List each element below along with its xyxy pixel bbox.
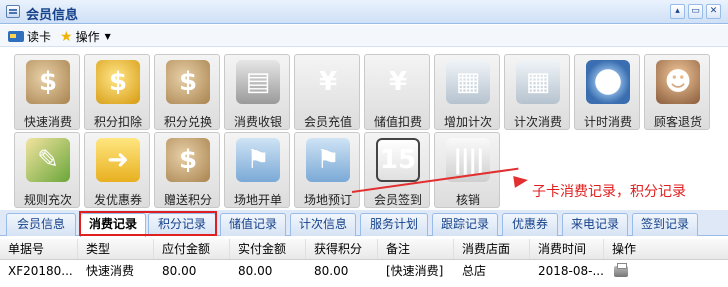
yen-add-icon: ¥ bbox=[318, 67, 338, 97]
tile-field-booking[interactable]: ⚑ 场地预订 bbox=[294, 132, 360, 208]
column-header[interactable]: 实付金额 bbox=[230, 239, 306, 259]
operate-label: 操作 bbox=[75, 30, 100, 44]
tile-label: 消费收银 bbox=[233, 115, 282, 129]
tab-follow-records[interactable]: 跟踪记录 bbox=[432, 213, 498, 236]
calculator-add-icon: ▦ bbox=[446, 60, 490, 104]
tile-label: 积分扣除 bbox=[93, 115, 142, 129]
print-icon[interactable] bbox=[614, 263, 628, 277]
table-row[interactable]: XF20180... 快速消费 80.00 80.00 80.00 [快速消费]… bbox=[0, 261, 728, 281]
card-reader-icon bbox=[8, 31, 24, 42]
tile-customer-return[interactable]: ☻ 顾客退货 bbox=[644, 54, 710, 130]
user-return-icon: ☻ bbox=[656, 60, 700, 104]
tile-cashier[interactable]: ▤ 消费收银 bbox=[224, 54, 290, 130]
tile-label: 会员签到 bbox=[373, 193, 422, 207]
tile-issue-coupon[interactable]: ➜ 发优惠券 bbox=[84, 132, 150, 208]
annotation-text: 子卡消费记录，积分记录 bbox=[532, 184, 686, 200]
tile-field-open-order[interactable]: ⚑ 场地开单 bbox=[224, 132, 290, 208]
money-bag-icon: $ bbox=[26, 60, 70, 104]
tile-label: 核销 bbox=[455, 193, 480, 207]
minimize-button[interactable]: ▴ bbox=[670, 4, 685, 19]
tile-stored-value-deduct[interactable]: ¥ 储值扣费 bbox=[364, 54, 430, 130]
tile-points-exchange[interactable]: $ 积分兑换 bbox=[154, 54, 220, 130]
chevron-down-icon: ▼ bbox=[104, 32, 111, 41]
read-card-label: 读卡 bbox=[27, 30, 52, 44]
tab-service-plan[interactable]: 服务计划 bbox=[360, 213, 428, 236]
ticket-icon: ➜ bbox=[96, 138, 140, 182]
cell-remark: [快速消费] bbox=[386, 264, 444, 278]
annotation-highlight-box bbox=[79, 211, 217, 236]
tile-member-checkin[interactable]: 15 会员签到 bbox=[364, 132, 430, 208]
cell-points-earned: 80.00 bbox=[314, 264, 349, 278]
tab-call-records[interactable]: 来电记录 bbox=[562, 213, 628, 236]
tab-checkin-records[interactable]: 签到记录 bbox=[632, 213, 698, 236]
tile-points-deduct[interactable]: $ 积分扣除 bbox=[84, 54, 150, 130]
annotation-arrow-head bbox=[513, 174, 529, 188]
tile-label: 场地开单 bbox=[233, 193, 282, 207]
tab-stored-value-records[interactable]: 储值记录 bbox=[220, 213, 286, 236]
tile-label: 会员充值 bbox=[303, 115, 352, 129]
tile-label: 规则充次 bbox=[23, 193, 72, 207]
tile-label: 计次消费 bbox=[513, 115, 562, 129]
coin-stack-icon: $ bbox=[96, 60, 140, 104]
column-header[interactable]: 操作 bbox=[604, 239, 728, 259]
tile-label: 发优惠券 bbox=[93, 193, 142, 207]
tile-quick-consume[interactable]: $ 快速消费 bbox=[14, 54, 80, 130]
column-header[interactable]: 应付金额 bbox=[154, 239, 230, 259]
tile-label: 场地预订 bbox=[303, 193, 352, 207]
column-header[interactable]: 单据号 bbox=[0, 239, 78, 259]
maximize-button[interactable]: ▭ bbox=[688, 4, 703, 19]
tab-member-info[interactable]: 会员信息 bbox=[6, 213, 76, 236]
tile-label: 储值扣费 bbox=[373, 115, 422, 129]
tile-gift-points[interactable]: $ 赠送积分 bbox=[154, 132, 220, 208]
star-icon: ★ bbox=[60, 28, 73, 45]
tile-label: 增加计次 bbox=[443, 115, 492, 129]
field-flag-icon: ⚑ bbox=[236, 138, 280, 182]
cash-register-icon: ▤ bbox=[236, 60, 280, 104]
money-bag-exchange-icon: $ bbox=[166, 60, 210, 104]
tile-label: 赠送积分 bbox=[163, 193, 212, 207]
column-header[interactable]: 获得积分 bbox=[306, 239, 378, 259]
operate-menu-button[interactable]: ★ 操作 ▼ bbox=[60, 28, 111, 45]
column-header[interactable]: 类型 bbox=[78, 239, 154, 259]
clock-coins-icon: ◷ bbox=[586, 60, 630, 104]
calendar-icon: 15 bbox=[376, 138, 420, 182]
column-header[interactable]: 消费时间 bbox=[530, 239, 604, 259]
money-bag-gift-icon: $ bbox=[166, 138, 210, 182]
tab-count-info[interactable]: 计次信息 bbox=[290, 213, 356, 236]
cell-amount-due: 80.00 bbox=[162, 264, 197, 278]
window-title: 会员信息 bbox=[26, 8, 79, 23]
close-button[interactable]: ✕ bbox=[706, 4, 721, 19]
pen-rule-icon: ✎ bbox=[26, 138, 70, 182]
cell-type: 快速消费 bbox=[86, 264, 135, 278]
tile-label: 顾客退货 bbox=[653, 115, 702, 129]
column-header[interactable]: 备注 bbox=[378, 239, 454, 259]
window-titlebar: 会员信息 ▴ ▭ ✕ bbox=[0, 0, 728, 24]
tile-label: 积分兑换 bbox=[163, 115, 212, 129]
cell-action bbox=[604, 261, 728, 281]
tile-add-count[interactable]: ▦ 增加计次 bbox=[434, 54, 500, 130]
tile-label: 计时消费 bbox=[583, 115, 632, 129]
read-card-button[interactable]: 读卡 bbox=[8, 28, 51, 45]
calculator-icon: ▦ bbox=[516, 60, 560, 104]
field-booking-icon: ⚑ bbox=[306, 138, 350, 182]
column-header[interactable]: 消费店面 bbox=[454, 239, 530, 259]
tile-time-consume[interactable]: ◷ 计时消费 bbox=[574, 54, 640, 130]
tile-verify[interactable]: |||| 核销 bbox=[434, 132, 500, 208]
cell-amount-paid: 80.00 bbox=[238, 264, 273, 278]
yen-minus-icon: ¥ bbox=[388, 67, 408, 97]
tile-rule-recharge-count[interactable]: ✎ 规则充次 bbox=[14, 132, 80, 208]
tile-label: 快速消费 bbox=[23, 115, 72, 129]
tile-member-recharge[interactable]: ¥ 会员充值 bbox=[294, 54, 360, 130]
cell-bill-no: XF20180... bbox=[8, 264, 73, 278]
toolbar: 读卡 ★ 操作 ▼ bbox=[0, 25, 728, 47]
tab-coupons[interactable]: 优惠券 bbox=[502, 213, 558, 236]
table-header: 单据号 类型 应付金额 实付金额 获得积分 备注 消费店面 消费时间 操作 bbox=[0, 239, 728, 260]
tile-count-consume[interactable]: ▦ 计次消费 bbox=[504, 54, 570, 130]
window-app-icon bbox=[6, 5, 20, 18]
cell-consume-time: 2018-08-... bbox=[538, 264, 604, 278]
cell-store: 总店 bbox=[462, 264, 487, 278]
